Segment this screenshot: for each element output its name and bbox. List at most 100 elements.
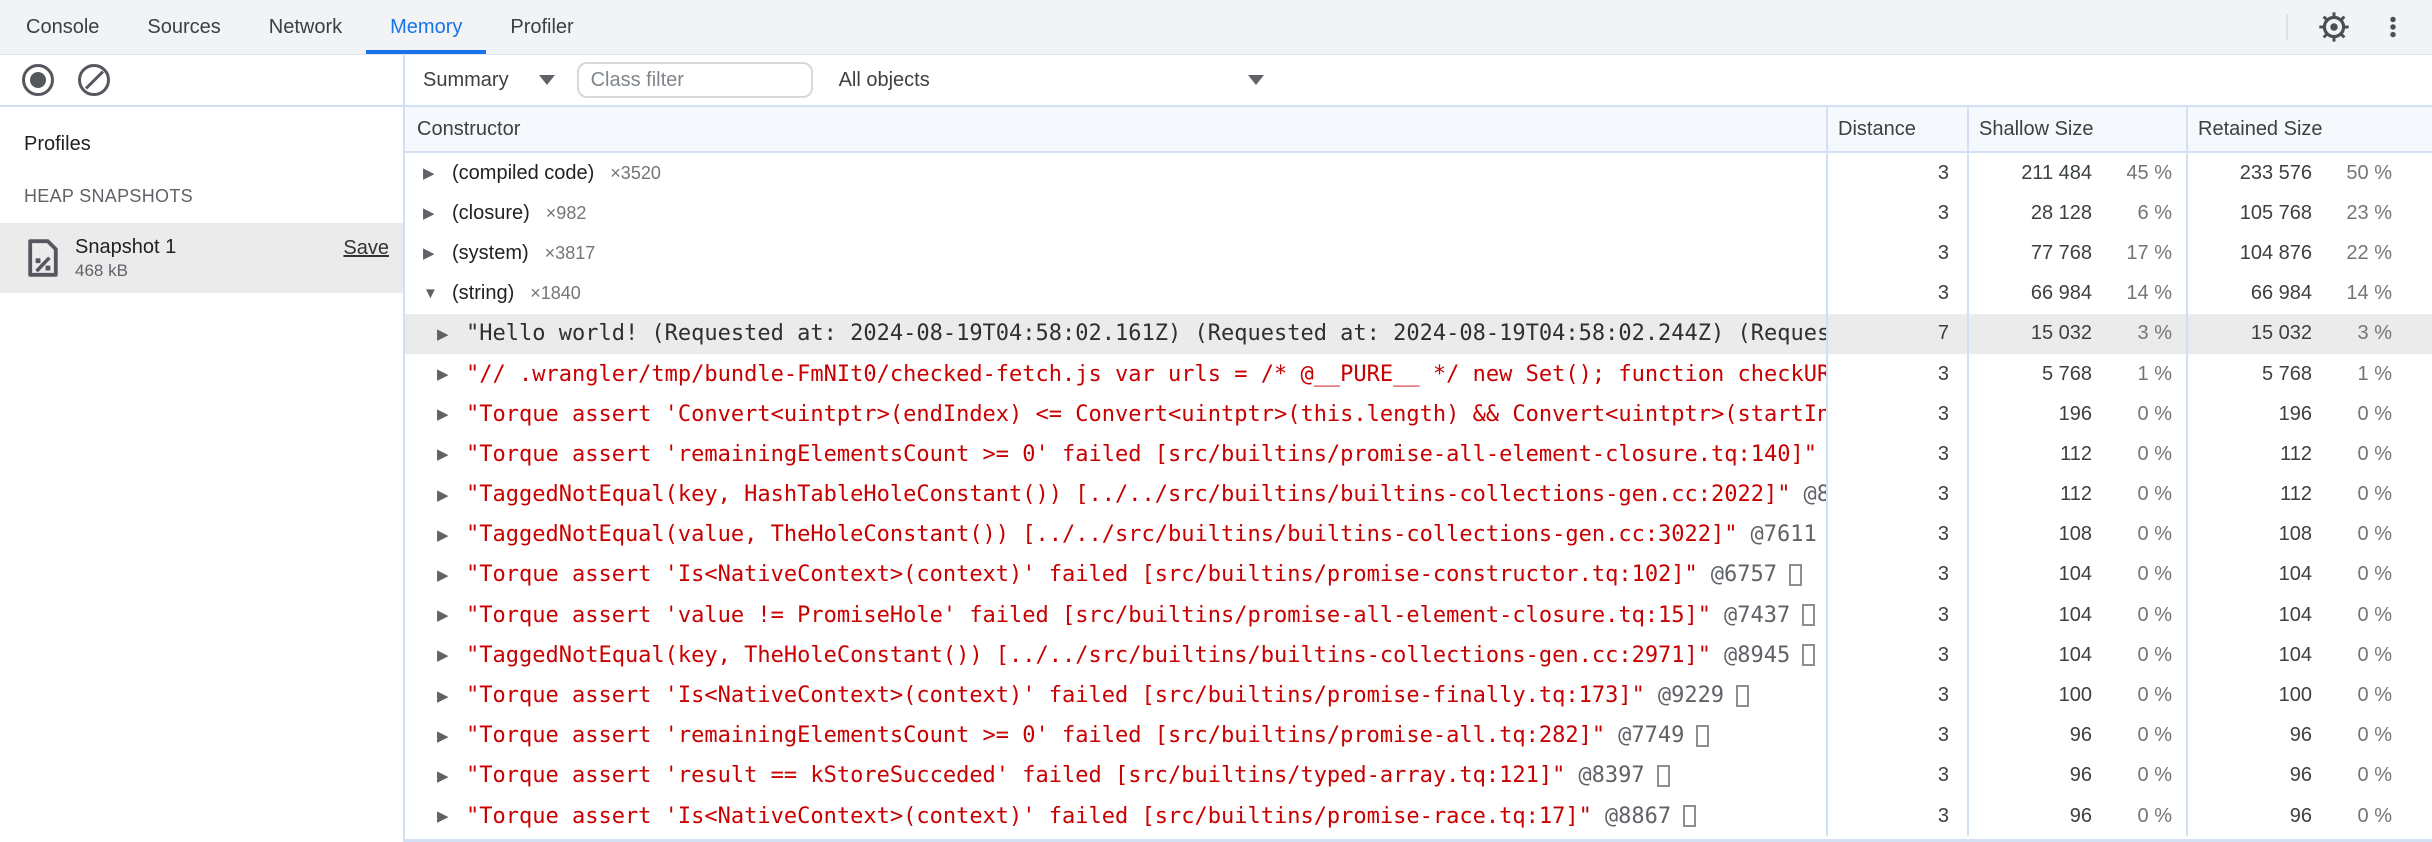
distance-cell: 3 <box>1826 193 1967 234</box>
constructor-name: (string) <box>452 282 515 305</box>
constructor-cell: ▶ "Torque assert 'remainingElementsCount … <box>405 716 1826 756</box>
size-percent: 3 % <box>2357 322 2392 345</box>
constructor-cell: ▶ "Hello world! (Requested at: 2024-08-19… <box>405 314 1826 354</box>
table-row[interactable]: ▶ "Torque assert 'remainingElementsCount … <box>405 434 2432 475</box>
tab-network[interactable]: Network <box>245 0 366 54</box>
goto-object-icon[interactable] <box>1736 684 1750 707</box>
size-value: 104 876 <box>2239 241 2312 264</box>
class-filter-input[interactable] <box>576 62 813 98</box>
table-row[interactable]: ▼ (string) ×1840 3 66 984 14 % 66 984 14 % <box>405 273 2432 314</box>
disclosure-triangle-icon[interactable]: ▼ <box>423 285 438 302</box>
tab-console[interactable]: Console <box>2 0 123 54</box>
tab-sources[interactable]: Sources <box>123 0 244 54</box>
table-row[interactable]: ▶ (system) ×3817 3 77 768 17 % 104 876 22 % <box>405 233 2432 274</box>
shallow-size-cell: 5 768 1 % <box>1967 353 2186 395</box>
disclosure-triangle-icon[interactable]: ▶ <box>437 646 452 664</box>
column-header-distance[interactable]: Distance <box>1826 107 1967 151</box>
disclosure-triangle-icon[interactable]: ▶ <box>423 244 438 262</box>
distance-cell: 3 <box>1826 554 1967 596</box>
string-value: "Torque assert 'Is<NativeContext>(contex… <box>466 562 1698 588</box>
size-percent: 0 % <box>2137 523 2172 546</box>
size-value: 15 032 <box>2250 322 2312 345</box>
disclosure-triangle-icon[interactable]: ▶ <box>437 405 452 423</box>
sidebar-item-snapshot-1[interactable]: Snapshot 1 468 kB Save <box>0 223 403 293</box>
size-value: 105 768 <box>2239 201 2312 224</box>
table-row[interactable]: ▶ "Torque assert 'Is<NativeContext>(conte… <box>405 796 2432 837</box>
size-value: 100 <box>2058 684 2092 707</box>
size-value: 104 <box>2058 603 2092 626</box>
shallow-size-cell: 66 984 14 % <box>1967 273 2186 314</box>
tabbar-right-controls <box>2286 0 2432 54</box>
goto-object-icon[interactable] <box>1789 563 1803 586</box>
settings-gear-icon[interactable] <box>2318 11 2350 43</box>
disclosure-triangle-icon[interactable]: ▶ <box>437 767 452 785</box>
retained-size-cell: 112 0 % <box>2186 474 2432 515</box>
record-heap-snapshot-icon[interactable] <box>22 64 54 96</box>
clear-profiles-icon[interactable] <box>78 64 110 96</box>
column-header-shallow-size[interactable]: Shallow Size <box>1967 107 2186 151</box>
size-value: 100 <box>2278 684 2312 707</box>
table-row[interactable]: ▶ "TaggedNotEqual(key, HashTableHoleConst… <box>405 474 2432 515</box>
disclosure-triangle-icon[interactable]: ▶ <box>437 526 452 544</box>
distance-cell: 3 <box>1826 675 1967 716</box>
object-id: @8945 <box>1724 642 1791 668</box>
table-row[interactable]: ▶ "Torque assert 'remainingElementsCount … <box>405 715 2432 756</box>
table-row[interactable]: ▶ "// .wrangler/tmp/bundle-FmNIt0/checked… <box>405 353 2432 395</box>
tab-memory[interactable]: Memory <box>366 0 487 54</box>
disclosure-triangle-icon[interactable]: ▶ <box>437 445 452 463</box>
constructor-cell: ▶ "Torque assert 'Convert<uintptr>(endInd… <box>405 394 1826 434</box>
goto-object-icon[interactable] <box>1656 764 1670 787</box>
retained-size-cell: 104 876 22 % <box>2186 233 2432 274</box>
goto-object-icon[interactable] <box>1696 724 1710 747</box>
table-row[interactable]: ▶ "Torque assert 'result == kStoreSuccede… <box>405 755 2432 796</box>
column-header-constructor[interactable]: Constructor <box>405 107 1826 151</box>
table-row[interactable]: ▶ "TaggedNotEqual(key, TheHoleConstant())… <box>405 635 2432 676</box>
distance-cell: 3 <box>1826 273 1967 314</box>
column-header-retained-size[interactable]: Retained Size <box>2186 107 2432 151</box>
disclosure-triangle-icon[interactable]: ▶ <box>437 807 452 825</box>
perspective-select[interactable]: Summary <box>413 69 565 92</box>
save-snapshot-link[interactable]: Save <box>343 237 389 260</box>
size-value: 211 484 <box>2021 161 2092 184</box>
table-row[interactable]: ▶ "Torque assert 'Is<NativeContext>(conte… <box>405 675 2432 716</box>
shallow-size-cell: 196 0 % <box>1967 394 2186 435</box>
objects-scope-select[interactable]: All objects <box>829 69 1274 92</box>
tab-profiler[interactable]: Profiler <box>486 0 597 54</box>
retained-size-cell: 66 984 14 % <box>2186 273 2432 314</box>
kebab-menu-icon[interactable] <box>2380 14 2406 40</box>
disclosure-triangle-icon[interactable]: ▶ <box>437 365 452 383</box>
grid-body: ▶ (compiled code) ×3520 3 211 484 45 % 233 576… <box>405 153 2432 837</box>
disclosure-triangle-icon[interactable]: ▶ <box>437 606 452 624</box>
goto-object-icon[interactable] <box>1802 604 1816 627</box>
constructor-name: (closure) <box>452 201 530 224</box>
disclosure-triangle-icon[interactable]: ▶ <box>437 486 452 504</box>
object-id: @6757 <box>1710 562 1778 588</box>
table-row[interactable]: ▶ "Torque assert 'Is<NativeContext>(conte… <box>405 554 2432 596</box>
size-value: 96 <box>2069 724 2092 747</box>
disclosure-triangle-icon[interactable]: ▶ <box>437 566 452 584</box>
table-row[interactable]: ▶ (closure) ×982 3 28 128 6 % 105 768 23 % <box>405 193 2432 234</box>
object-id: @7749 <box>1618 723 1685 749</box>
disclosure-triangle-icon[interactable]: ▶ <box>437 325 452 343</box>
retained-size-cell: 96 0 % <box>2186 796 2432 837</box>
table-row[interactable]: ▶ "Torque assert 'value != PromiseHole' f… <box>405 595 2432 636</box>
table-row[interactable]: ▶ "Hello world! (Requested at: 2024-08-19… <box>405 313 2432 354</box>
constructor-cell: ▶ "Torque assert 'result == kStoreSuccede… <box>405 756 1826 796</box>
size-percent: 0 % <box>2137 603 2172 626</box>
size-value: 196 <box>2278 402 2312 425</box>
size-percent: 50 % <box>2346 161 2392 184</box>
table-row[interactable]: ▶ "TaggedNotEqual(value, TheHoleConstant(… <box>405 514 2432 555</box>
instance-count: ×982 <box>545 202 587 223</box>
table-row[interactable]: ▶ "Torque assert 'Convert<uintptr>(endInd… <box>405 394 2432 435</box>
constructor-cell: ▶ "// .wrangler/tmp/bundle-FmNIt0/checked… <box>405 354 1826 394</box>
table-row[interactable]: ▶ (compiled code) ×3520 3 211 484 45 % 233 576… <box>405 153 2432 194</box>
retained-size-cell: 105 768 23 % <box>2186 193 2432 234</box>
disclosure-triangle-icon[interactable]: ▶ <box>423 204 438 222</box>
size-value: 196 <box>2058 402 2092 425</box>
string-value: "Torque assert 'value != PromiseHole' fa… <box>466 602 1712 628</box>
disclosure-triangle-icon[interactable]: ▶ <box>437 727 452 745</box>
goto-object-icon[interactable] <box>1802 644 1816 667</box>
goto-object-icon[interactable] <box>1683 805 1697 828</box>
disclosure-triangle-icon[interactable]: ▶ <box>423 164 438 182</box>
disclosure-triangle-icon[interactable]: ▶ <box>437 687 452 705</box>
